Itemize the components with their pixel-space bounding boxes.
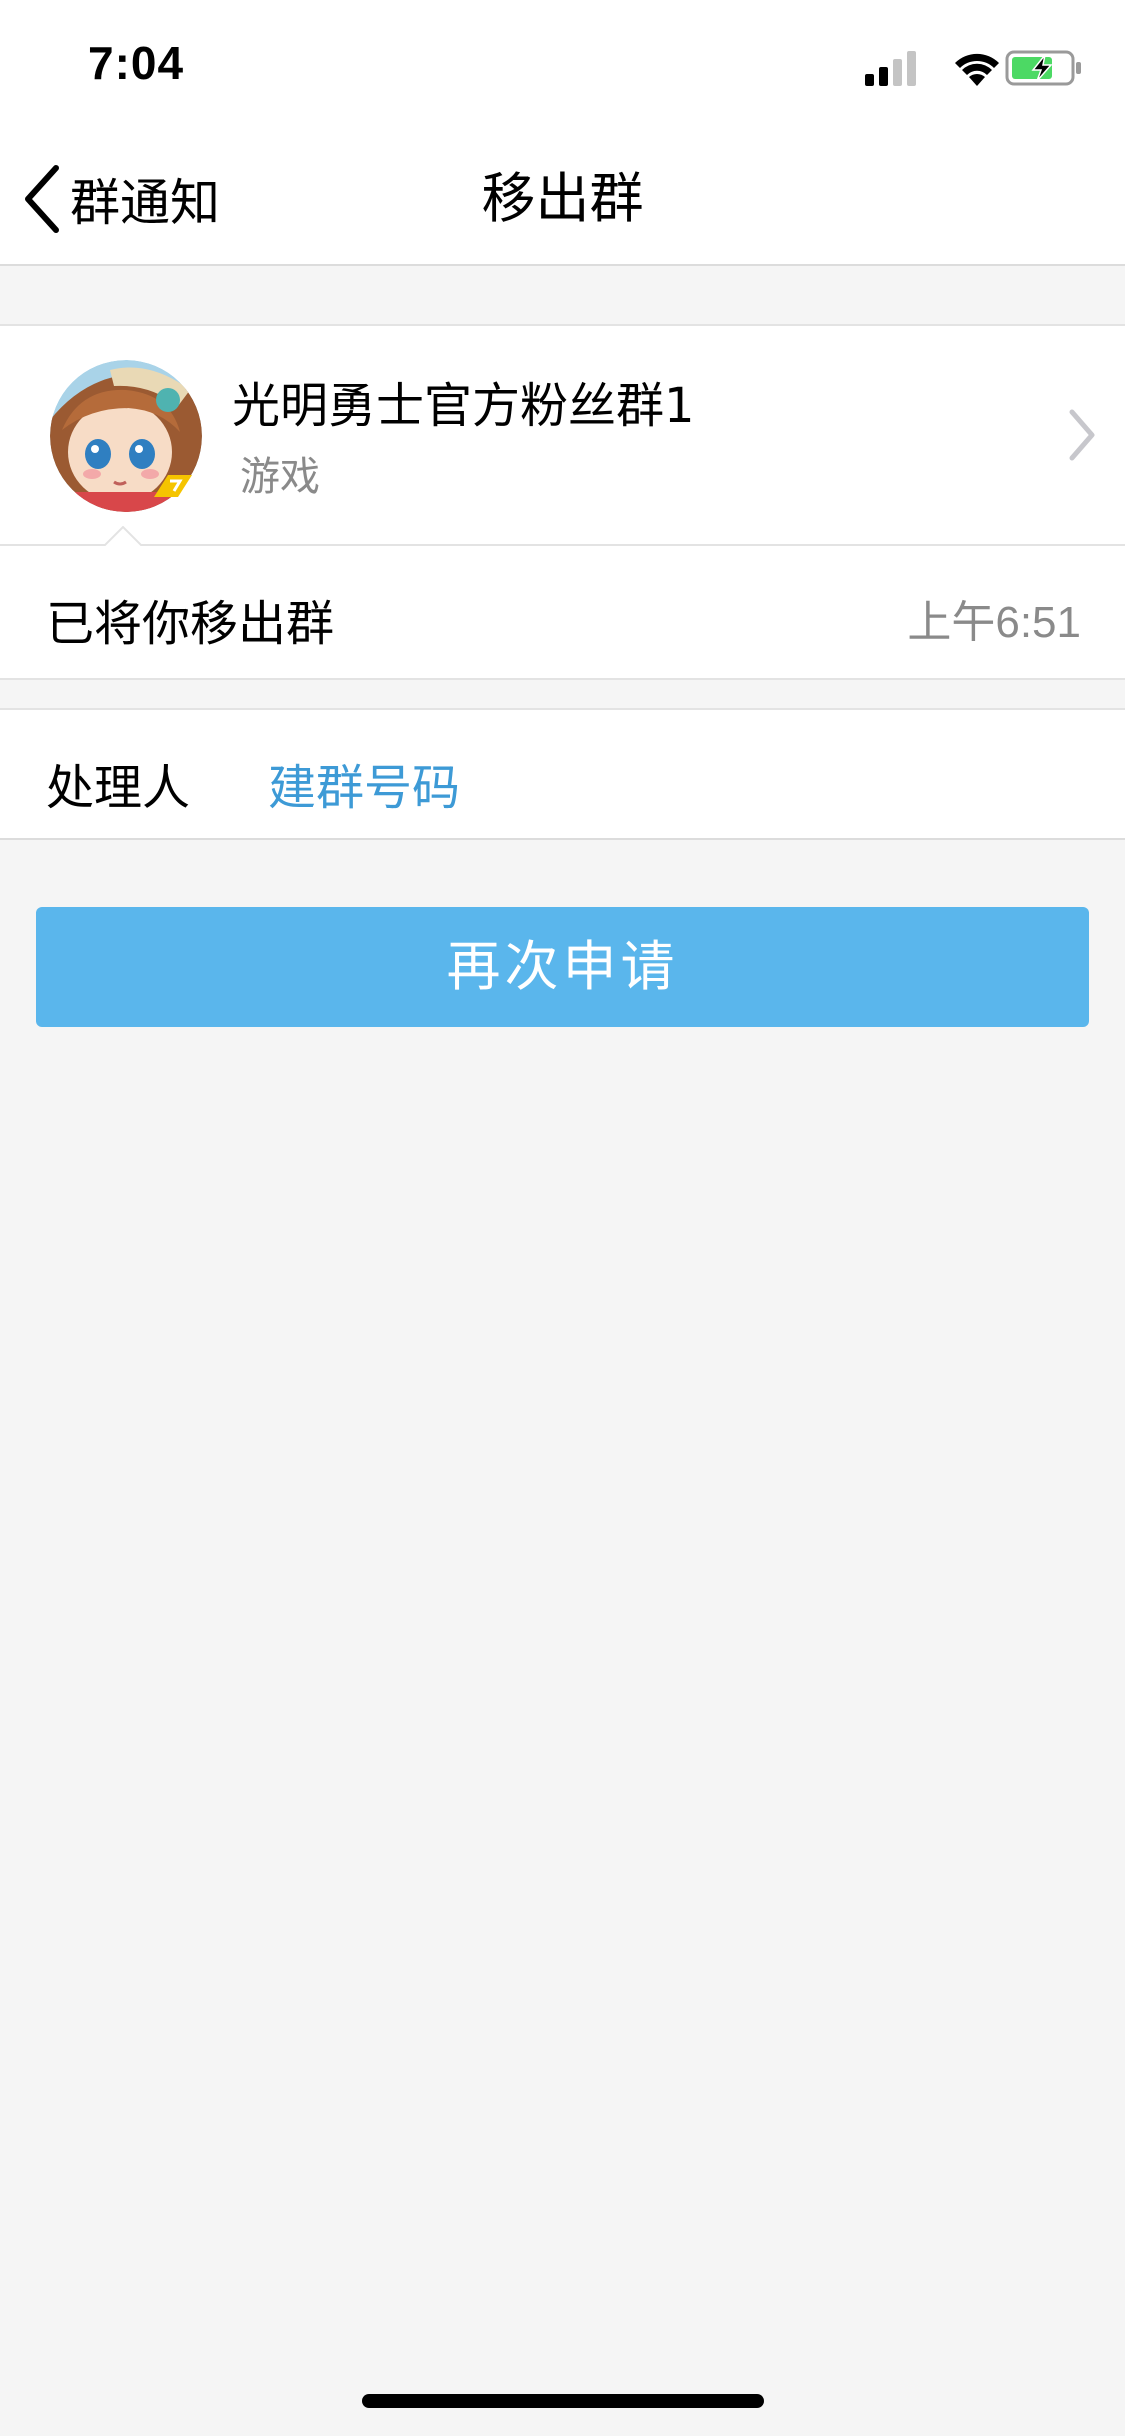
screen: 7:04 群通知 移出群 光明勇士官方粉丝群1 游戏 已将你移出群 上午6:51… [0, 0, 1125, 2436]
battery-charging-icon [1005, 50, 1081, 86]
cellular-signal-icon [865, 51, 916, 86]
navigation-bar: 群通知 移出群 [0, 132, 1125, 266]
status-time: 7:04 [88, 37, 185, 89]
wifi-icon [955, 53, 999, 86]
message-row: 已将你移出群 上午6:51 [0, 546, 1125, 680]
message-text: 已将你移出群 [46, 596, 335, 652]
status-bar: 7:04 [0, 0, 1125, 132]
chevron-right-icon [1069, 409, 1095, 461]
page-title: 移出群 [481, 167, 644, 230]
message-time: 上午6:51 [907, 598, 1081, 647]
handler-label: 处理人 [46, 760, 191, 816]
group-card[interactable]: 光明勇士官方粉丝群1 游戏 [0, 324, 1125, 546]
group-name: 光明勇士官方粉丝群1 [232, 378, 695, 434]
pointer-notch [104, 526, 142, 546]
handler-link[interactable]: 建群号码 [268, 748, 460, 818]
handler-row: 处理人 建群号码 [0, 708, 1125, 840]
group-category: 游戏 [240, 454, 320, 500]
game-badge-icon [154, 475, 192, 497]
reapply-button[interactable]: 再次申请 [36, 907, 1089, 1027]
home-indicator[interactable] [362, 2394, 764, 2408]
